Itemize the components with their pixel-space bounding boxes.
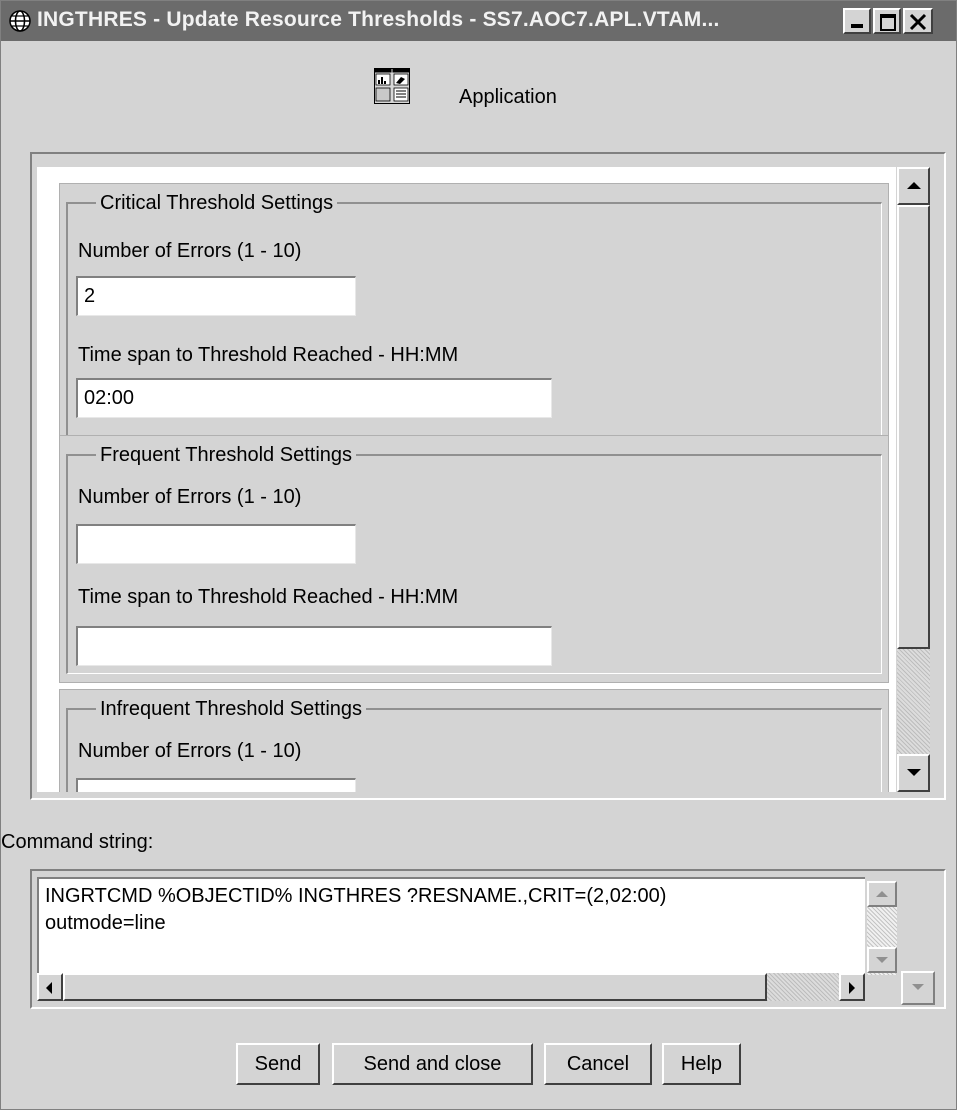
command-string-label: Command string: [1, 831, 154, 853]
application-icon [374, 68, 410, 104]
arrow-down-icon [876, 957, 888, 963]
arrow-left-icon [46, 982, 52, 994]
help-button[interactable]: Help [662, 1043, 741, 1085]
maximize-button[interactable] [873, 8, 901, 34]
group-title: Critical Threshold Settings [96, 192, 338, 215]
close-button[interactable] [903, 8, 933, 34]
errors-label: Number of Errors (1 - 10) [78, 240, 302, 262]
command-vertical-scrollbar[interactable] [867, 881, 897, 975]
command-scroll-down-button[interactable] [867, 947, 897, 973]
errors-label: Number of Errors (1 - 10) [78, 740, 302, 762]
frequent-threshold-group: Frequent Threshold Settings Number of Er… [59, 435, 889, 683]
send-and-close-button[interactable]: Send and close [332, 1043, 533, 1085]
scroll-right-button[interactable] [839, 973, 865, 1001]
timespan-label: Time span to Threshold Reached - HH:MM [78, 344, 459, 366]
minimize-button[interactable] [843, 8, 871, 34]
scroll-thumb[interactable] [897, 205, 930, 649]
critical-threshold-group: Critical Threshold Settings Number of Er… [59, 183, 889, 459]
arrow-down-icon [907, 769, 921, 776]
infrequent-errors-input[interactable] [76, 778, 356, 792]
close-icon [909, 13, 927, 31]
cancel-button[interactable]: Cancel [544, 1043, 652, 1085]
command-line: INGRTCMD %OBJECTID% INGTHRES ?RESNAME.,C… [45, 885, 667, 907]
infrequent-threshold-group: Infrequent Threshold Settings Number of … [59, 689, 889, 792]
horizontal-scroll-thumb[interactable] [63, 973, 767, 1001]
command-string-textarea[interactable]: INGRTCMD %OBJECTID% INGTHRES ?RESNAME.,C… [37, 877, 865, 973]
panel-vertical-scrollbar[interactable] [897, 167, 930, 792]
scroll-up-button[interactable] [897, 167, 930, 205]
application-label: Application [459, 86, 557, 108]
threshold-settings-pane: Critical Threshold Settings Number of Er… [37, 167, 896, 792]
arrow-up-icon [907, 182, 921, 189]
command-scroll-up-button[interactable] [867, 881, 897, 907]
send-button[interactable]: Send [236, 1043, 320, 1085]
group-title: Frequent Threshold Settings [96, 444, 357, 467]
scroll-left-button[interactable] [37, 973, 63, 1001]
dialog-window: INGTHRES - Update Resource Thresholds - … [0, 0, 957, 1110]
errors-label: Number of Errors (1 - 10) [78, 486, 302, 508]
command-horizontal-scrollbar[interactable] [37, 973, 865, 1001]
title-bar[interactable]: INGTHRES - Update Resource Thresholds - … [1, 1, 956, 41]
frequent-errors-input[interactable] [76, 524, 356, 564]
window-title: INGTHRES - Update Resource Thresholds - … [37, 8, 720, 31]
arrow-down-icon [912, 984, 924, 990]
critical-timespan-input[interactable] [76, 378, 552, 418]
timespan-label: Time span to Threshold Reached - HH:MM [78, 586, 459, 608]
critical-errors-input[interactable] [76, 276, 356, 316]
frequent-timespan-input[interactable] [76, 626, 552, 666]
globe-icon [9, 10, 31, 32]
arrow-right-icon [849, 982, 855, 994]
command-line: outmode=line [45, 912, 166, 934]
arrow-up-icon [876, 891, 888, 897]
scroll-down-button[interactable] [897, 754, 930, 792]
group-title: Infrequent Threshold Settings [96, 698, 367, 721]
outer-scroll-down-button[interactable] [901, 971, 935, 1005]
